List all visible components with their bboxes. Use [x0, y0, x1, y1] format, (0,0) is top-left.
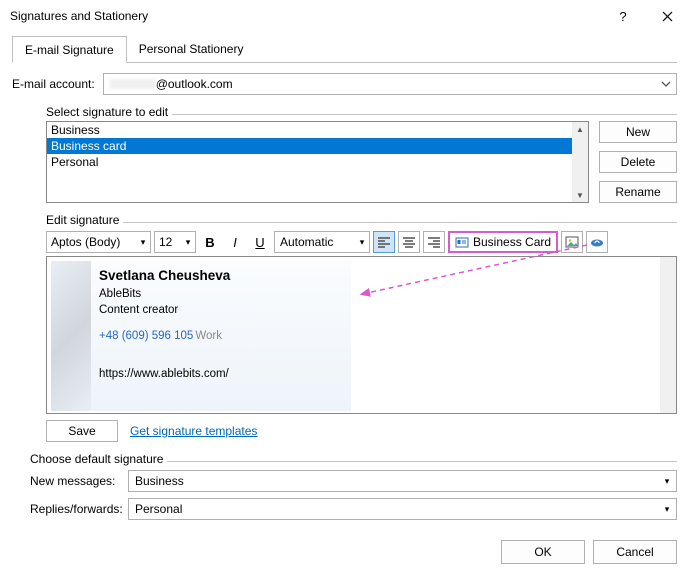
insert-picture-button[interactable] [561, 231, 583, 253]
edit-signature-label: Edit signature [46, 213, 119, 227]
cancel-button[interactable]: Cancel [593, 540, 677, 564]
bold-button[interactable]: B [199, 231, 221, 253]
title-bar: Signatures and Stationery ? [0, 0, 689, 32]
business-card-icon [455, 236, 469, 248]
align-right-button[interactable] [423, 231, 445, 253]
scrollbar[interactable] [660, 257, 676, 413]
picture-icon [565, 236, 579, 248]
card-role: Content creator [99, 302, 230, 318]
font-size-select[interactable]: 12▾ [154, 231, 196, 253]
ok-button[interactable]: OK [501, 540, 585, 564]
card-url: https://www.ablebits.com/ [99, 366, 230, 382]
scroll-down-icon[interactable]: ▼ [572, 188, 588, 202]
tab-personal-stationery[interactable]: Personal Stationery [127, 36, 256, 62]
card-phone-kind: Work [195, 330, 222, 342]
select-signature-label: Select signature to edit [46, 105, 168, 119]
get-templates-link[interactable]: Get signature templates [130, 424, 257, 438]
card-company: AbleBits [99, 286, 230, 302]
insert-link-button[interactable] [586, 231, 608, 253]
scroll-up-icon[interactable]: ▲ [572, 122, 588, 136]
business-card-button[interactable]: Business Card [448, 231, 558, 253]
replies-forwards-label: Replies/forwards: [30, 502, 128, 516]
card-phone: +48 (609) 596 105 [99, 330, 193, 342]
scrollbar[interactable]: ▲ ▼ [572, 122, 588, 202]
list-item[interactable]: Business card [47, 138, 572, 154]
save-button[interactable]: Save [46, 420, 118, 442]
align-center-button[interactable] [398, 231, 420, 253]
choose-default-label: Choose default signature [30, 452, 163, 466]
card-name: Svetlana Cheusheva [99, 267, 230, 286]
font-color-select[interactable]: Automatic▾ [274, 231, 370, 253]
email-account-select[interactable]: @outlook.com [103, 73, 677, 95]
tabs: E-mail Signature Personal Stationery [12, 36, 677, 63]
window-title: Signatures and Stationery [10, 9, 148, 23]
tab-email-signature[interactable]: E-mail Signature [12, 36, 127, 63]
email-account-label: E-mail account: [12, 77, 95, 91]
email-account-value: @outlook.com [156, 77, 233, 91]
help-button[interactable]: ? [601, 0, 645, 32]
rename-button[interactable]: Rename [599, 181, 677, 203]
masked-account [110, 79, 156, 89]
italic-button[interactable]: I [224, 231, 246, 253]
underline-button[interactable]: U [249, 231, 271, 253]
delete-button[interactable]: Delete [599, 151, 677, 173]
chevron-down-icon: ▾ [658, 504, 676, 515]
replies-forwards-select[interactable]: Personal ▾ [128, 498, 677, 520]
font-select[interactable]: Aptos (Body)▾ [46, 231, 151, 253]
close-button[interactable] [645, 0, 689, 32]
chevron-down-icon [657, 74, 675, 94]
chevron-down-icon: ▾ [355, 237, 369, 248]
new-messages-label: New messages: [30, 474, 128, 488]
list-item[interactable]: Business [47, 122, 572, 138]
align-left-button[interactable] [373, 231, 395, 253]
list-item[interactable]: Personal [47, 154, 572, 170]
new-button[interactable]: New [599, 121, 677, 143]
signature-listbox[interactable]: Business Business card Personal ▲ ▼ [46, 121, 589, 203]
chevron-down-icon: ▾ [136, 237, 150, 248]
new-messages-select[interactable]: Business ▾ [128, 470, 677, 492]
link-icon [590, 236, 604, 248]
business-card-preview: Svetlana Cheusheva AbleBits Content crea… [51, 261, 351, 411]
toolbar: Aptos (Body)▾ 12▾ B I U Automatic▾ Busin… [46, 231, 677, 253]
signature-editor[interactable]: Svetlana Cheusheva AbleBits Content crea… [46, 256, 677, 414]
chevron-down-icon: ▾ [658, 476, 676, 487]
chevron-down-icon: ▾ [181, 237, 195, 248]
